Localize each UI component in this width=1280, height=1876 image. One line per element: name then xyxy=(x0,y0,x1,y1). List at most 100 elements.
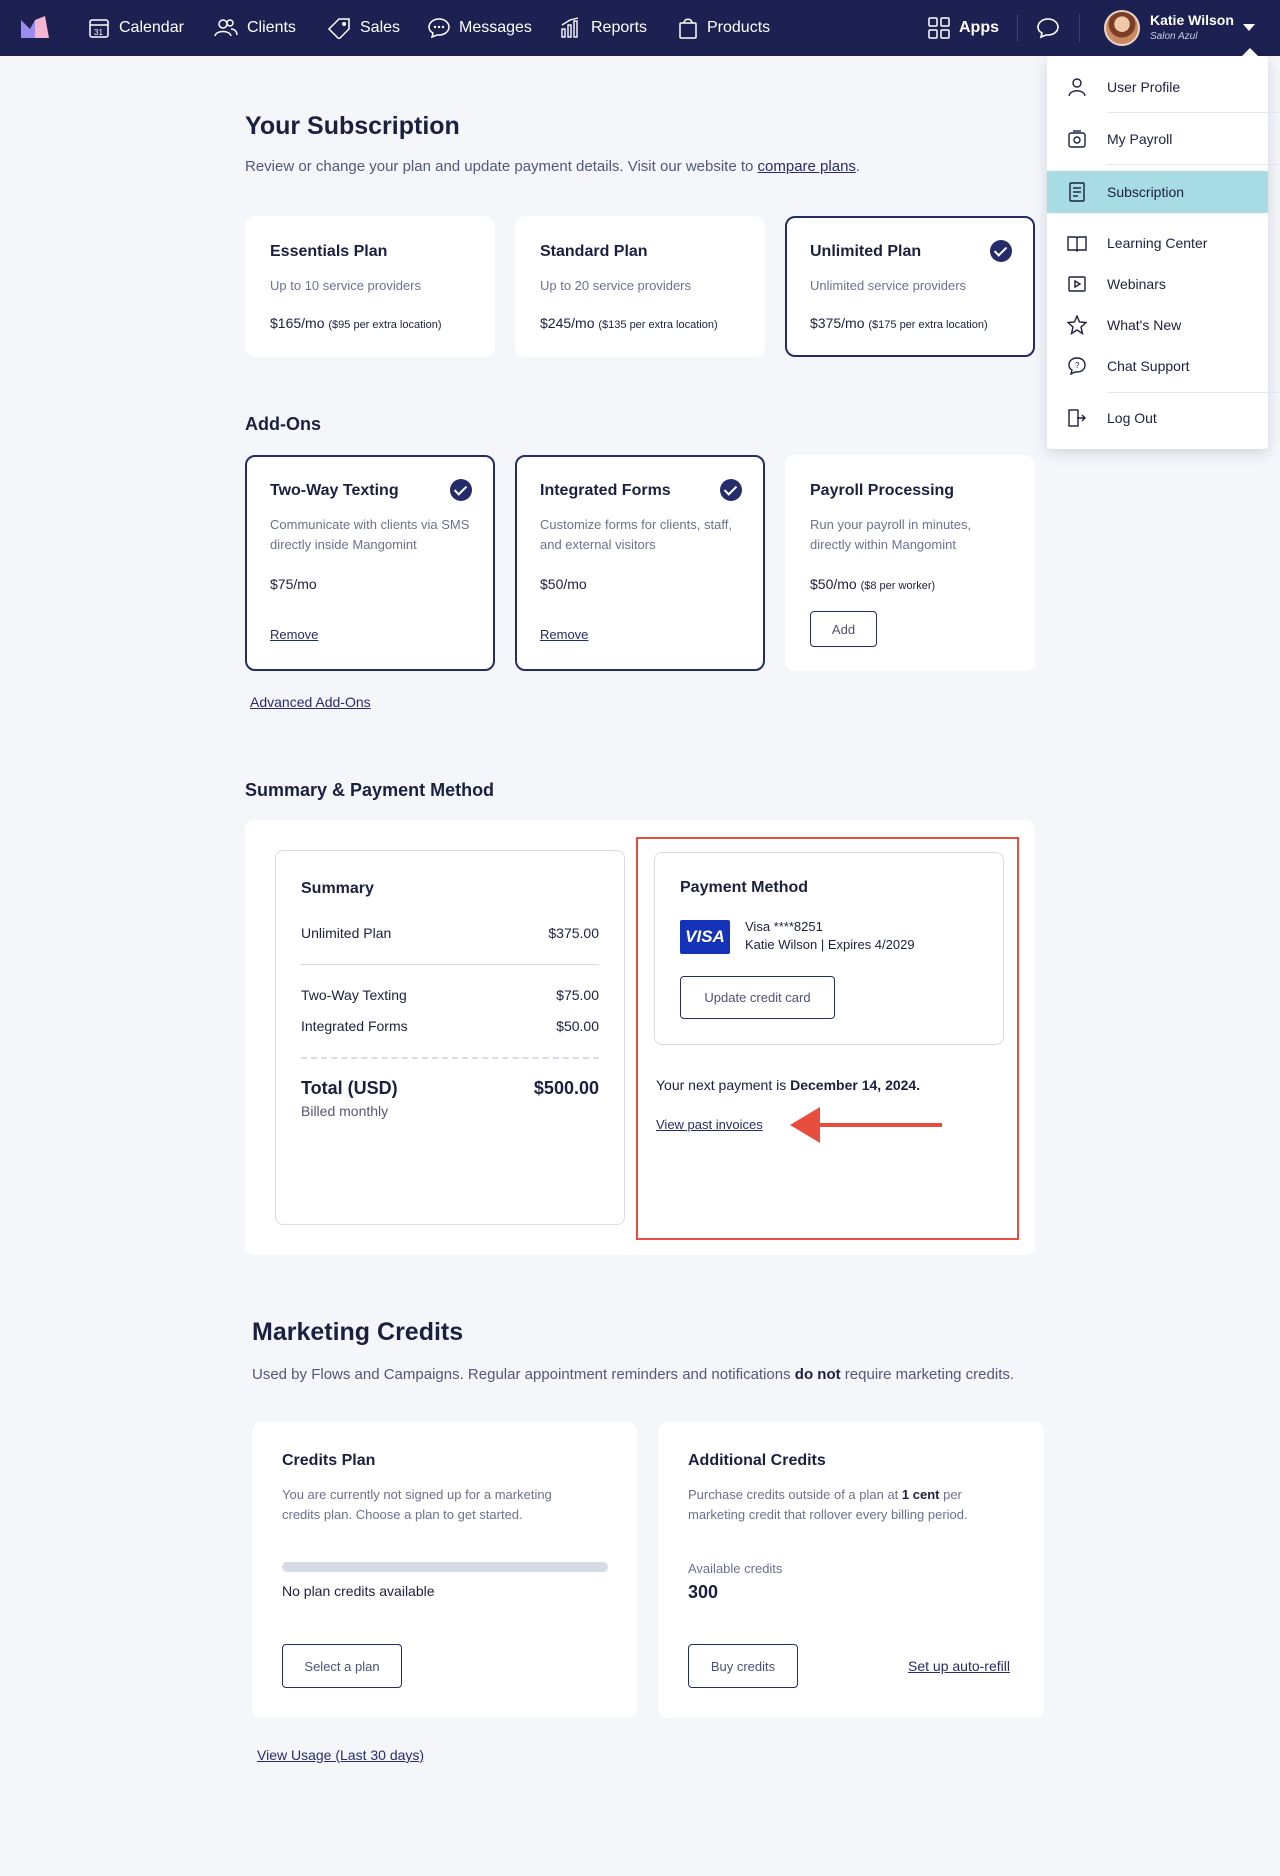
subscription-description: Review or change your plan and update pa… xyxy=(245,158,860,175)
menu-item-label: Learning Center xyxy=(1107,235,1208,251)
selected-check-icon xyxy=(990,240,1012,262)
view-usage-link[interactable]: View Usage (Last 30 days) xyxy=(257,1747,424,1763)
available-credits-label: Available credits xyxy=(688,1561,783,1576)
plan-name: Unlimited Plan xyxy=(810,243,922,260)
menu-item-label: User Profile xyxy=(1107,79,1181,95)
subscription-desc-suffix: . xyxy=(855,158,861,175)
menu-item-label: Chat Support xyxy=(1107,358,1190,374)
summary-dashed-divider xyxy=(301,1057,599,1059)
nav-calendar[interactable]: 31 Calendar xyxy=(88,0,184,56)
user-name[interactable]: Katie Wilson xyxy=(1150,12,1234,28)
remove-addon-link[interactable]: Remove xyxy=(540,627,588,642)
nav-messages[interactable]: Messages xyxy=(428,0,532,56)
user-icon xyxy=(1068,78,1086,97)
svg-text:31: 31 xyxy=(94,28,103,37)
payroll-icon xyxy=(1068,130,1086,148)
addon-card-two-way-texting[interactable]: Two-Way Texting Communicate with clients… xyxy=(245,455,495,671)
chat-support-icon: ? xyxy=(1068,357,1086,376)
plan-name: Standard Plan xyxy=(540,243,648,260)
menu-item-whats-new[interactable]: What's New xyxy=(1047,304,1268,346)
add-addon-button[interactable]: Add xyxy=(810,611,877,647)
plan-card-standard[interactable]: Standard Plan Up to 20 service providers… xyxy=(515,216,765,357)
addon-name: Payroll Processing xyxy=(810,482,955,499)
menu-item-log-out[interactable]: Log Out xyxy=(1047,397,1268,439)
reports-icon xyxy=(561,17,579,38)
summary-box xyxy=(275,850,625,1225)
plan-card-essentials[interactable]: Essentials Plan Up to 10 service provide… xyxy=(245,216,495,357)
plan-description: Up to 10 service providers xyxy=(270,278,422,293)
next-payment-prefix: Your next payment is xyxy=(656,1077,791,1093)
menu-item-webinars[interactable]: Webinars xyxy=(1047,263,1268,305)
nav-products-label: Products xyxy=(707,19,771,36)
addon-description: Customize forms for clients, staff, and … xyxy=(540,517,732,552)
available-credits-value: 300 xyxy=(688,1582,719,1602)
mangomint-logo-icon[interactable] xyxy=(21,16,49,38)
nav-products[interactable]: Products xyxy=(678,0,770,56)
plan-price-monthly: $245/mo xyxy=(540,315,595,331)
menu-item-learning-center[interactable]: Learning Center xyxy=(1047,222,1268,264)
buy-credits-button[interactable]: Buy credits xyxy=(688,1644,798,1688)
marketing-desc-text: Used by Flows and Campaigns. Regular app… xyxy=(252,1366,795,1383)
summary-title: Summary xyxy=(301,880,374,897)
plan-description: Unlimited service providers xyxy=(810,278,967,293)
additional-credits-card: Additional Credits Purchase credits outs… xyxy=(658,1422,1044,1718)
summary-addon-value: $50.00 xyxy=(556,1018,599,1034)
user-menu-chevron-down-icon[interactable] xyxy=(1243,24,1255,31)
visa-card-icon: VISA xyxy=(680,920,730,954)
summary-total-value: $500.00 xyxy=(533,1078,599,1098)
menu-item-subscription[interactable]: Subscription xyxy=(1047,171,1268,213)
menu-item-label: Log Out xyxy=(1107,410,1157,426)
menu-item-label: What's New xyxy=(1107,317,1182,333)
menu-item-chat-support[interactable]: ? Chat Support xyxy=(1047,345,1268,387)
addon-card-integrated-forms[interactable]: Integrated Forms Customize forms for cli… xyxy=(515,455,765,671)
user-avatar[interactable] xyxy=(1104,10,1140,46)
next-payment-text: Your next payment is December 14, 2024. xyxy=(656,1077,920,1093)
messages-icon xyxy=(428,18,450,39)
svg-text:?: ? xyxy=(1075,361,1080,370)
calendar-icon: 31 xyxy=(89,19,109,38)
plan-price-monthly: $165/mo xyxy=(270,315,325,331)
compare-plans-link[interactable]: compare plans xyxy=(758,158,856,175)
user-dropdown-menu: User Profile My Payroll Subscription Lea… xyxy=(1047,56,1280,449)
nav-clients[interactable]: Clients xyxy=(214,0,296,56)
remove-addon-link[interactable]: Remove xyxy=(270,627,318,642)
plan-price-extra: ($135 per extra location) xyxy=(598,319,718,331)
plan-price-monthly: $375/mo xyxy=(810,315,865,331)
addon-card-payroll-processing[interactable]: Payroll Processing Run your payroll in m… xyxy=(785,455,1035,671)
addon-name: Two-Way Texting xyxy=(270,482,399,499)
top-nav-bar: 31 Calendar Clients Sales Messages Repor… xyxy=(0,0,1280,56)
nav-sales-label: Sales xyxy=(360,19,401,36)
nav-apps[interactable]: Apps xyxy=(928,0,999,56)
apps-grid-icon xyxy=(928,17,950,39)
menu-item-user-profile[interactable]: User Profile xyxy=(1047,66,1268,108)
nav-divider xyxy=(1017,14,1018,42)
view-past-invoices-link[interactable]: View past invoices xyxy=(656,1117,763,1132)
plan-price: $245/mo ($135 per extra location) xyxy=(540,315,718,331)
selected-check-icon xyxy=(720,479,742,501)
summary-billing-frequency: Billed monthly xyxy=(301,1103,389,1119)
addons-heading: Add-Ons xyxy=(245,414,321,434)
nav-sales[interactable]: Sales xyxy=(327,0,400,56)
red-arrow-icon xyxy=(790,1107,820,1143)
payment-method-title: Payment Method xyxy=(680,879,809,896)
menu-item-label: My Payroll xyxy=(1107,131,1173,147)
plan-name: Essentials Plan xyxy=(270,243,388,260)
update-credit-card-button[interactable]: Update credit card xyxy=(680,976,835,1019)
menu-item-my-payroll[interactable]: My Payroll xyxy=(1047,118,1268,160)
star-icon xyxy=(1067,315,1087,335)
subscription-icon xyxy=(1069,182,1085,202)
select-a-plan-button[interactable]: Select a plan xyxy=(282,1644,402,1688)
plan-price: $165/mo ($95 per extra location) xyxy=(270,315,442,331)
set-up-auto-refill-link[interactable]: Set up auto-refill xyxy=(908,1658,1010,1674)
menu-divider xyxy=(1107,164,1280,165)
chat-icon[interactable] xyxy=(1036,17,1060,39)
plan-description: Up to 20 service providers xyxy=(540,278,692,293)
plan-card-unlimited[interactable]: Unlimited Plan Unlimited service provide… xyxy=(785,216,1035,357)
summary-plan-label: Unlimited Plan xyxy=(301,925,392,941)
plan-price: $375/mo ($175 per extra location) xyxy=(810,315,988,331)
additional-credits-title: Additional Credits xyxy=(688,1452,826,1469)
advanced-addons-link[interactable]: Advanced Add-Ons xyxy=(250,694,371,710)
nav-reports[interactable]: Reports xyxy=(560,0,647,56)
nav-messages-label: Messages xyxy=(459,19,532,36)
summary-plan-value: $375.00 xyxy=(548,925,599,941)
